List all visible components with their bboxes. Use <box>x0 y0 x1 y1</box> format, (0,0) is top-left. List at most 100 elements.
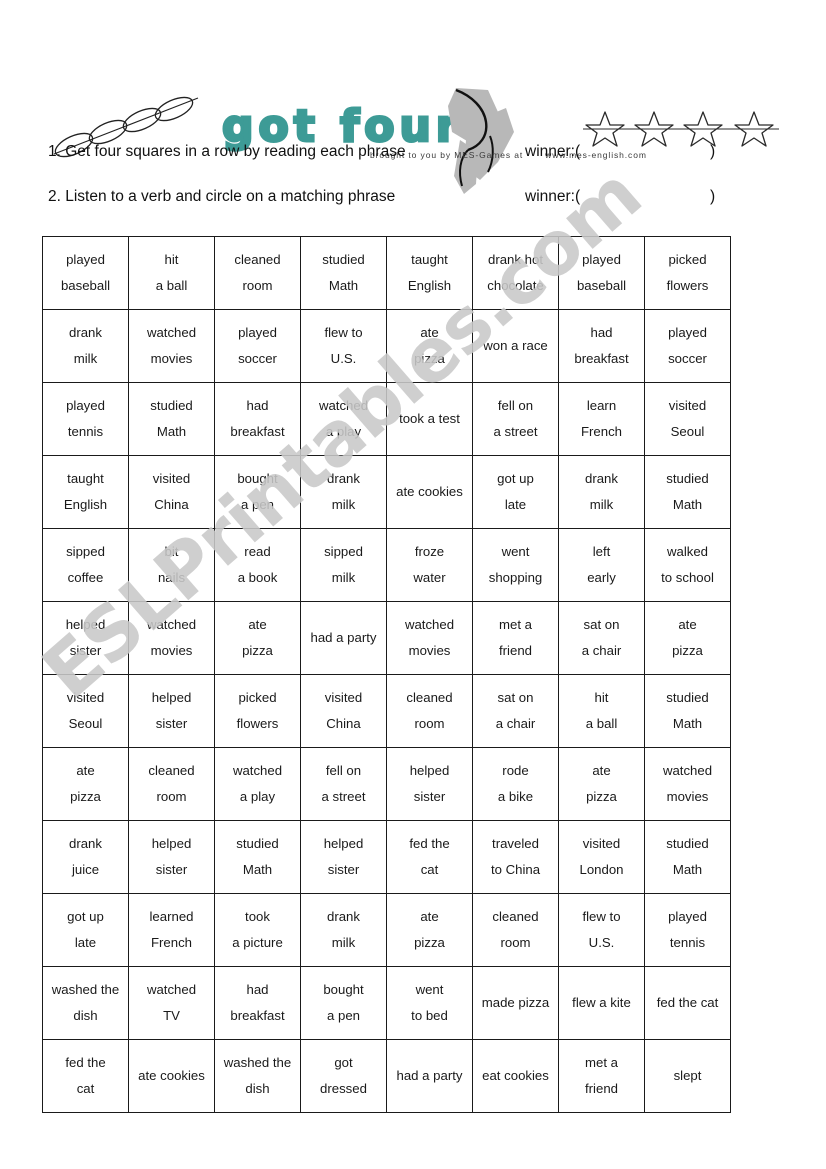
bingo-cell[interactable]: met a friend <box>558 1039 645 1113</box>
bingo-cell[interactable]: rode a bike <box>472 747 559 821</box>
bingo-cell[interactable]: drank milk <box>558 455 645 529</box>
bingo-cell[interactable]: hit a ball <box>558 674 645 748</box>
bingo-cell[interactable]: washed the dish <box>42 966 129 1040</box>
bingo-cell[interactable]: ate pizza <box>558 747 645 821</box>
bingo-row: drank milk watched movies played soccer flew t… <box>42 309 731 383</box>
bingo-cell[interactable]: ate cookies <box>128 1039 215 1113</box>
bingo-cell[interactable]: bit nails <box>128 528 215 602</box>
bingo-cell[interactable]: bought a pen <box>300 966 387 1040</box>
bingo-cell[interactable]: helped sister <box>128 820 215 894</box>
bingo-cell[interactable]: drank milk <box>300 893 387 967</box>
bingo-cell[interactable]: watched movies <box>644 747 731 821</box>
bingo-cell[interactable]: drank milk <box>300 455 387 529</box>
bingo-cell[interactable]: visited Seoul <box>644 382 731 456</box>
bingo-cell[interactable]: cleaned room <box>472 893 559 967</box>
bingo-cell[interactable]: left early <box>558 528 645 602</box>
bingo-cell[interactable]: flew a kite <box>558 966 645 1040</box>
bingo-cell[interactable]: cleaned room <box>128 747 215 821</box>
bingo-cell-line: took <box>245 909 270 925</box>
bingo-cell[interactable]: traveled to China <box>472 820 559 894</box>
bingo-cell[interactable]: picked flowers <box>214 674 301 748</box>
bingo-cell[interactable]: cleaned room <box>386 674 473 748</box>
bingo-cell[interactable]: helped sister <box>386 747 473 821</box>
bingo-cell[interactable]: flew to U.S. <box>300 309 387 383</box>
bingo-cell[interactable]: watched a play <box>300 382 387 456</box>
bingo-cell[interactable]: flew to U.S. <box>558 893 645 967</box>
bingo-cell[interactable]: went to bed <box>386 966 473 1040</box>
bingo-cell[interactable]: learn French <box>558 382 645 456</box>
bingo-cell[interactable]: walked to school <box>644 528 731 602</box>
bingo-cell[interactable]: fed the cat <box>386 820 473 894</box>
bingo-cell[interactable]: fed the cat <box>644 966 731 1040</box>
bingo-cell[interactable]: played soccer <box>644 309 731 383</box>
bingo-cell[interactable]: froze water <box>386 528 473 602</box>
bingo-cell[interactable]: helped sister <box>300 820 387 894</box>
bingo-cell[interactable]: played tennis <box>42 382 129 456</box>
bingo-cell[interactable]: drank juice <box>42 820 129 894</box>
bingo-cell-line: played <box>668 909 707 925</box>
bingo-cell[interactable]: visited China <box>128 455 215 529</box>
bingo-cell[interactable]: had breakfast <box>214 382 301 456</box>
bingo-cell[interactable]: played baseball <box>42 236 129 310</box>
bingo-cell[interactable]: ate cookies <box>386 455 473 529</box>
bingo-cell[interactable]: slept <box>644 1039 731 1113</box>
bingo-cell[interactable]: watched TV <box>128 966 215 1040</box>
bingo-cell[interactable]: read a book <box>214 528 301 602</box>
bingo-cell[interactable]: fell on a street <box>472 382 559 456</box>
bingo-cell[interactable]: drank milk <box>42 309 129 383</box>
bingo-cell[interactable]: had breakfast <box>558 309 645 383</box>
bingo-cell[interactable]: taught English <box>386 236 473 310</box>
bingo-cell[interactable]: studied Math <box>300 236 387 310</box>
bingo-cell[interactable]: hit a ball <box>128 236 215 310</box>
bingo-cell[interactable]: studied Math <box>128 382 215 456</box>
bingo-cell[interactable]: sat on a chair <box>558 601 645 675</box>
bingo-cell[interactable]: watched movies <box>128 601 215 675</box>
bingo-cell[interactable]: watched a play <box>214 747 301 821</box>
bingo-cell[interactable]: made pizza <box>472 966 559 1040</box>
bingo-cell[interactable]: helped sister <box>42 601 129 675</box>
bingo-cell[interactable]: fed the cat <box>42 1039 129 1113</box>
bingo-cell[interactable]: helped sister <box>128 674 215 748</box>
bingo-cell[interactable]: took a test <box>386 382 473 456</box>
bingo-cell[interactable]: visited China <box>300 674 387 748</box>
bingo-cell[interactable]: visited Seoul <box>42 674 129 748</box>
bingo-cell[interactable]: washed the dish <box>214 1039 301 1113</box>
bingo-cell[interactable]: played baseball <box>558 236 645 310</box>
bingo-cell[interactable]: eat cookies <box>472 1039 559 1113</box>
bingo-cell[interactable]: ate pizza <box>214 601 301 675</box>
bingo-cell[interactable]: won a race <box>472 309 559 383</box>
bingo-cell[interactable]: ate pizza <box>42 747 129 821</box>
bingo-cell[interactable]: studied Math <box>644 455 731 529</box>
bingo-cell[interactable]: visited London <box>558 820 645 894</box>
bingo-cell[interactable]: ate pizza <box>386 893 473 967</box>
bingo-cell[interactable]: had a party <box>386 1039 473 1113</box>
bingo-cell[interactable]: bought a pen <box>214 455 301 529</box>
bingo-cell[interactable]: ate pizza <box>386 309 473 383</box>
bingo-cell[interactable]: fell on a street <box>300 747 387 821</box>
bingo-cell[interactable]: played soccer <box>214 309 301 383</box>
bingo-cell[interactable]: sat on a chair <box>472 674 559 748</box>
bingo-cell[interactable]: had a party <box>300 601 387 675</box>
bingo-cell[interactable]: went shopping <box>472 528 559 602</box>
bingo-cell[interactable]: drank hot chocolate <box>472 236 559 310</box>
bingo-cell[interactable]: sipped milk <box>300 528 387 602</box>
bingo-cell[interactable]: sipped coffee <box>42 528 129 602</box>
bingo-cell[interactable]: watched movies <box>386 601 473 675</box>
bingo-cell[interactable]: had breakfast <box>214 966 301 1040</box>
bingo-cell[interactable]: picked flowers <box>644 236 731 310</box>
bingo-cell[interactable]: studied Math <box>644 674 731 748</box>
bingo-cell[interactable]: ate pizza <box>644 601 731 675</box>
bingo-cell[interactable]: met a friend <box>472 601 559 675</box>
bingo-cell[interactable]: cleaned room <box>214 236 301 310</box>
bingo-cell[interactable]: watched movies <box>128 309 215 383</box>
bingo-cell[interactable]: got up late <box>472 455 559 529</box>
bingo-cell[interactable]: got dressed <box>300 1039 387 1113</box>
bingo-cell-line: a pen <box>240 497 274 512</box>
bingo-cell[interactable]: got up late <box>42 893 129 967</box>
bingo-cell[interactable]: took a picture <box>214 893 301 967</box>
bingo-cell[interactable]: played tennis <box>644 893 731 967</box>
bingo-cell[interactable]: learned French <box>128 893 215 967</box>
bingo-cell[interactable]: taught English <box>42 455 129 529</box>
bingo-cell[interactable]: studied Math <box>214 820 301 894</box>
bingo-cell[interactable]: studied Math <box>644 820 731 894</box>
